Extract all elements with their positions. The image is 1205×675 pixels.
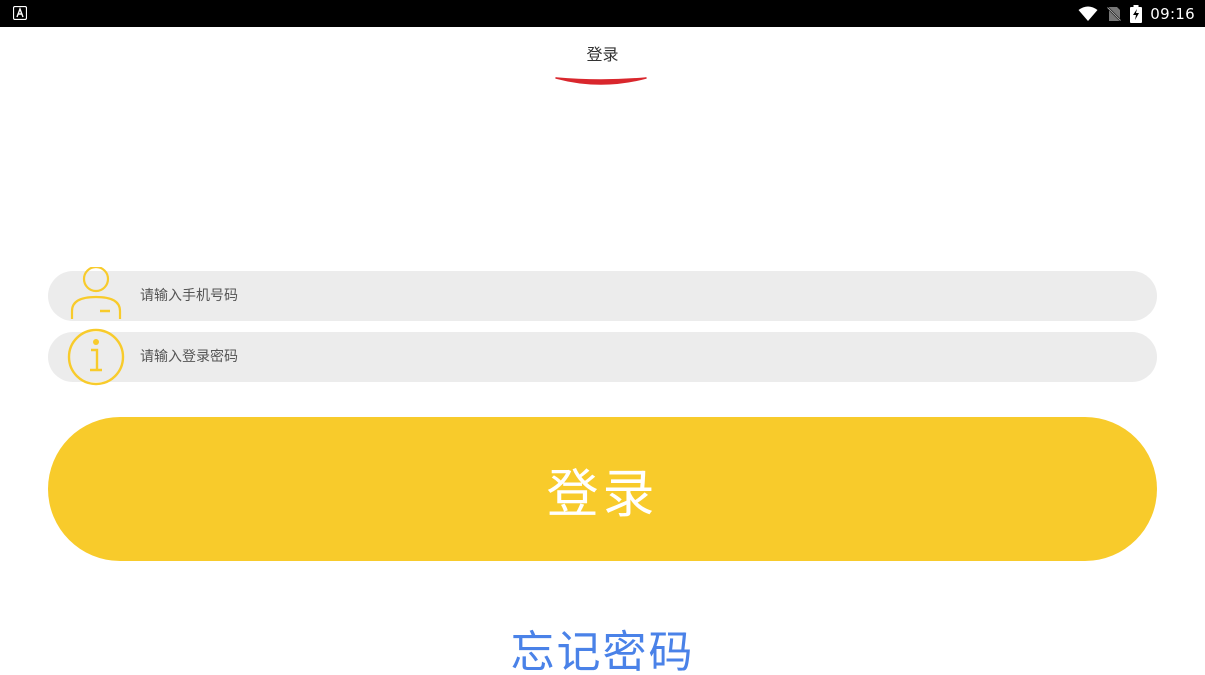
- password-input[interactable]: [140, 332, 1120, 382]
- user-icon: [70, 267, 122, 319]
- app-notification-icon: [13, 6, 27, 20]
- status-time: 09:16: [1150, 4, 1195, 23]
- page-title: 登录: [586, 45, 619, 64]
- login-button[interactable]: 登录: [48, 417, 1157, 561]
- wifi-icon: [1078, 6, 1098, 21]
- no-sim-icon: [1106, 5, 1122, 22]
- status-bar: 09:16: [0, 0, 1205, 27]
- phone-input[interactable]: [140, 271, 1120, 321]
- title-underline: [555, 77, 647, 85]
- login-screen: 09:16 登录 登录 忘记密码: [0, 0, 1205, 675]
- login-button-label: 登录: [546, 464, 659, 525]
- status-icons: 09:16: [1078, 0, 1195, 27]
- phone-field-row: [48, 267, 1157, 321]
- info-icon: [67, 328, 125, 386]
- password-field-row: [48, 328, 1157, 386]
- battery-charging-icon: [1130, 4, 1143, 23]
- forgot-password-link[interactable]: 忘记密码: [0, 616, 1205, 675]
